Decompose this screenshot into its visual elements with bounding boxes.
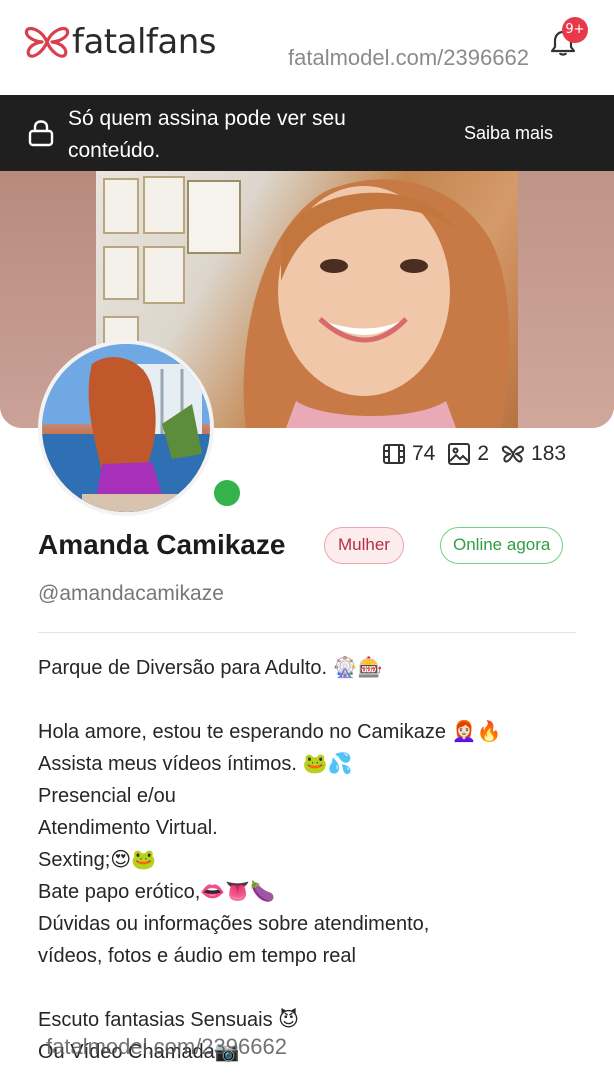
likes-count: 183: [531, 442, 567, 465]
videos-count: 74: [412, 442, 436, 465]
online-status-dot: [210, 476, 244, 510]
bio-line: Parque de Diversão para Adulto. 🎡🎰: [38, 657, 383, 679]
notification-badge: 9+: [562, 17, 588, 43]
bio-line: Atendimento Virtual.: [38, 817, 218, 839]
watermark-top: fatalmodel.com/2396662: [288, 45, 529, 70]
bio-line: Dúvidas ou informações sobre atendimento…: [38, 913, 430, 935]
photos-count: 2: [477, 442, 490, 465]
image-icon: [448, 443, 471, 465]
photos-stat[interactable]: 2: [447, 442, 489, 466]
online-status-badge: Online agora: [440, 527, 564, 564]
bio-line: Bate papo erótico,👄👅🍆: [38, 881, 276, 903]
avatar-illustration: [42, 344, 210, 512]
likes-stat[interactable]: 183: [501, 442, 566, 466]
avatar-image: [38, 340, 214, 516]
lock-icon: [28, 120, 54, 147]
bio-line: Assista meus vídeos íntimos. 🐸💦: [38, 753, 353, 775]
profile-stats: 74 2 183: [382, 442, 578, 466]
profile-bio: Parque de Diversão para Adulto. 🎡🎰 Hola …: [38, 652, 598, 1068]
learn-more-link[interactable]: Saiba mais: [464, 118, 553, 148]
bio-line: Presencial e/ou: [38, 785, 176, 807]
videos-stat[interactable]: 74: [382, 442, 435, 466]
profile-avatar[interactable]: [38, 340, 244, 516]
bio-line: vídeos, fotos e áudio em tempo real: [38, 945, 356, 967]
film-icon: [383, 444, 405, 464]
profile-name: Amanda Camikaze: [38, 529, 286, 560]
bio-line: Hola amore, estou te esperando no Camika…: [38, 721, 502, 743]
subscribe-banner: Só quem assina pode ver seu conteúdo. Sa…: [0, 95, 614, 171]
butterfly-icon: [501, 445, 525, 463]
gender-badge: Mulher: [324, 527, 404, 564]
banner-message: Só quem assina pode ver seu conteúdo.: [68, 107, 346, 162]
app-header: fatalfans fatalmodel.com/2396662 9+: [0, 0, 614, 95]
divider: [38, 632, 576, 633]
brand-name: fatalfans: [72, 22, 216, 62]
cover-blur-right: [518, 171, 614, 428]
butterfly-logo-icon: [24, 26, 70, 58]
bio-line: [38, 972, 598, 1004]
bio-line: Sexting;😍🐸: [38, 849, 157, 871]
watermark-bottom: fatalmodel.com/2396662: [46, 1034, 287, 1059]
fatalfans-logo[interactable]: fatalfans: [24, 24, 216, 60]
bio-line: [38, 684, 598, 716]
bio-line: Escuto fantasias Sensuais 😈: [38, 1009, 299, 1031]
profile-handle: @amandacamikaze: [38, 582, 224, 605]
